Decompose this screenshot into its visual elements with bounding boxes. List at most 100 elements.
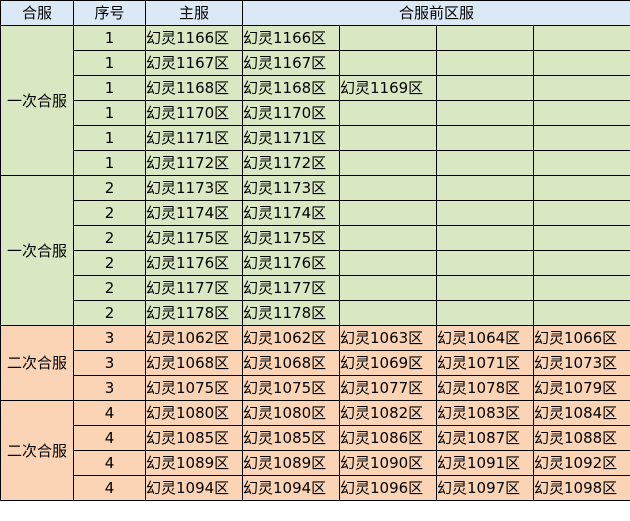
table-row: 2 幻灵1177区 幻灵1177区 xyxy=(1,275,630,301)
seq-cell: 3 xyxy=(73,350,146,376)
before-server-cell xyxy=(436,300,534,326)
table-row: 4 幻灵1089区 幻灵1089区 幻灵1090区 幻灵1091区 幻灵1092… xyxy=(1,450,630,476)
before-server-cell xyxy=(532,50,630,76)
before-server-cell: 幻灵1166区 xyxy=(242,25,340,51)
table-row: 一次合服 2 幻灵1173区 幻灵1173区 xyxy=(0,175,630,326)
seq-cell: 2 xyxy=(73,225,146,251)
table-row: 3 幻灵1075区 幻灵1075区 幻灵1077区 幻灵1078区 幻灵1079… xyxy=(1,375,630,401)
seq-cell: 2 xyxy=(73,200,146,226)
before-server-cell: 幻灵1098区 xyxy=(532,475,630,501)
before-server-cell xyxy=(532,125,630,151)
table-row: 2 幻灵1176区 幻灵1176区 xyxy=(1,250,630,276)
header-seq: 序号 xyxy=(73,0,146,26)
table-row: 二次合服 3 幻灵1062区 幻灵1062区 幻灵1063区 幻灵1064区 幻… xyxy=(0,325,630,401)
table-row: 1 幻灵1171区 幻灵1171区 xyxy=(1,125,630,151)
before-server-cell: 幻灵1077区 xyxy=(339,375,437,401)
before-server-cell xyxy=(339,300,437,326)
table-row: 2 幻灵1174区 幻灵1174区 xyxy=(1,200,630,226)
seq-cell: 4 xyxy=(73,475,146,501)
main-server-cell: 幻灵1085区 xyxy=(145,425,243,451)
seq-cell: 4 xyxy=(73,450,146,476)
before-server-cell: 幻灵1096区 xyxy=(339,475,437,501)
table-row: 1 幻灵1170区 幻灵1170区 xyxy=(1,100,630,126)
before-server-cell: 幻灵1097区 xyxy=(436,475,534,501)
main-server-cell: 幻灵1178区 xyxy=(145,300,243,326)
before-server-cell xyxy=(339,200,437,226)
before-server-cell xyxy=(436,150,534,176)
before-server-cell xyxy=(436,225,534,251)
before-server-cell: 幻灵1167区 xyxy=(242,50,340,76)
before-server-cell xyxy=(532,175,630,201)
main-server-cell: 幻灵1089区 xyxy=(145,450,243,476)
before-server-cell xyxy=(436,200,534,226)
before-server-cell: 幻灵1174区 xyxy=(242,200,340,226)
before-server-cell: 幻灵1088区 xyxy=(532,425,630,451)
table-row: 一次合服 1 幻灵1166区 幻灵1166区 xyxy=(0,25,630,176)
merge-group-label: 二次合服 xyxy=(0,325,74,401)
before-server-cell: 幻灵1066区 xyxy=(532,325,630,351)
main-server-cell: 幻灵1171区 xyxy=(145,125,243,151)
seq-cell: 2 xyxy=(73,250,146,276)
before-server-cell xyxy=(532,150,630,176)
before-server-cell xyxy=(339,50,437,76)
before-server-cell: 幻灵1083区 xyxy=(436,400,534,426)
table-row: 2 幻灵1175区 幻灵1175区 xyxy=(1,225,630,251)
before-server-cell: 幻灵1085区 xyxy=(242,425,340,451)
before-server-cell: 幻灵1080区 xyxy=(242,400,340,426)
before-server-cell xyxy=(339,25,437,51)
before-server-cell: 幻灵1073区 xyxy=(532,350,630,376)
before-server-cell: 幻灵1079区 xyxy=(532,375,630,401)
merge-group-label: 一次合服 xyxy=(0,175,74,326)
seq-cell: 2 xyxy=(73,275,146,301)
table-row: 1 幻灵1172区 幻灵1172区 xyxy=(1,150,630,176)
main-server-cell: 幻灵1177区 xyxy=(145,275,243,301)
main-server-cell: 幻灵1075区 xyxy=(145,375,243,401)
main-server-cell: 幻灵1170区 xyxy=(145,100,243,126)
before-server-cell xyxy=(339,175,437,201)
seq-cell: 4 xyxy=(73,425,146,451)
seq-cell: 4 xyxy=(73,400,146,426)
seq-cell: 1 xyxy=(73,25,146,51)
before-server-cell: 幻灵1089区 xyxy=(242,450,340,476)
before-server-cell: 幻灵1173区 xyxy=(242,175,340,201)
before-server-cell: 幻灵1075区 xyxy=(242,375,340,401)
seq-cell: 1 xyxy=(73,75,146,101)
before-server-cell: 幻灵1064区 xyxy=(436,325,534,351)
seq-cell: 1 xyxy=(73,150,146,176)
before-server-cell xyxy=(339,150,437,176)
table-row: 4 幻灵1094区 幻灵1094区 幻灵1096区 幻灵1097区 幻灵1098… xyxy=(1,475,630,501)
header-group: 合服 xyxy=(0,0,74,26)
main-server-cell: 幻灵1094区 xyxy=(145,475,243,501)
before-server-cell: 幻灵1177区 xyxy=(242,275,340,301)
before-server-cell: 幻灵1068区 xyxy=(242,350,340,376)
before-server-cell xyxy=(339,100,437,126)
before-server-cell: 幻灵1087区 xyxy=(436,425,534,451)
seq-cell: 2 xyxy=(73,300,146,326)
main-server-cell: 幻灵1167区 xyxy=(145,50,243,76)
main-server-cell: 幻灵1168区 xyxy=(145,75,243,101)
header-row: 合服 序号 主服 合服前区服 xyxy=(0,0,630,26)
main-server-cell: 幻灵1172区 xyxy=(145,150,243,176)
before-server-cell xyxy=(436,250,534,276)
before-server-cell: 幻灵1091区 xyxy=(436,450,534,476)
table-row: 二次合服 4 幻灵1080区 幻灵1080区 幻灵1082区 幻灵1083区 幻… xyxy=(0,400,630,501)
before-server-cell xyxy=(436,100,534,126)
seq-cell: 1 xyxy=(73,50,146,76)
before-server-cell xyxy=(339,275,437,301)
main-server-cell: 幻灵1173区 xyxy=(145,175,243,201)
before-server-cell xyxy=(436,25,534,51)
table-row: 1 幻灵1168区 幻灵1168区 幻灵1169区 xyxy=(1,75,630,101)
before-server-cell: 幻灵1171区 xyxy=(242,125,340,151)
before-server-cell xyxy=(532,275,630,301)
server-merge-table: 合服 序号 主服 合服前区服 一次合服 1 幻灵1166区 幻灵1166区 1 … xyxy=(0,0,630,501)
before-server-cell: 幻灵1094区 xyxy=(242,475,340,501)
before-server-cell xyxy=(532,300,630,326)
before-server-cell: 幻灵1084区 xyxy=(532,400,630,426)
before-server-cell xyxy=(436,75,534,101)
before-server-cell xyxy=(339,125,437,151)
main-server-cell: 幻灵1166区 xyxy=(145,25,243,51)
before-server-cell xyxy=(532,100,630,126)
table-row: 4 幻灵1085区 幻灵1085区 幻灵1086区 幻灵1087区 幻灵1088… xyxy=(1,425,630,451)
before-server-cell: 幻灵1168区 xyxy=(242,75,340,101)
before-server-cell xyxy=(339,250,437,276)
